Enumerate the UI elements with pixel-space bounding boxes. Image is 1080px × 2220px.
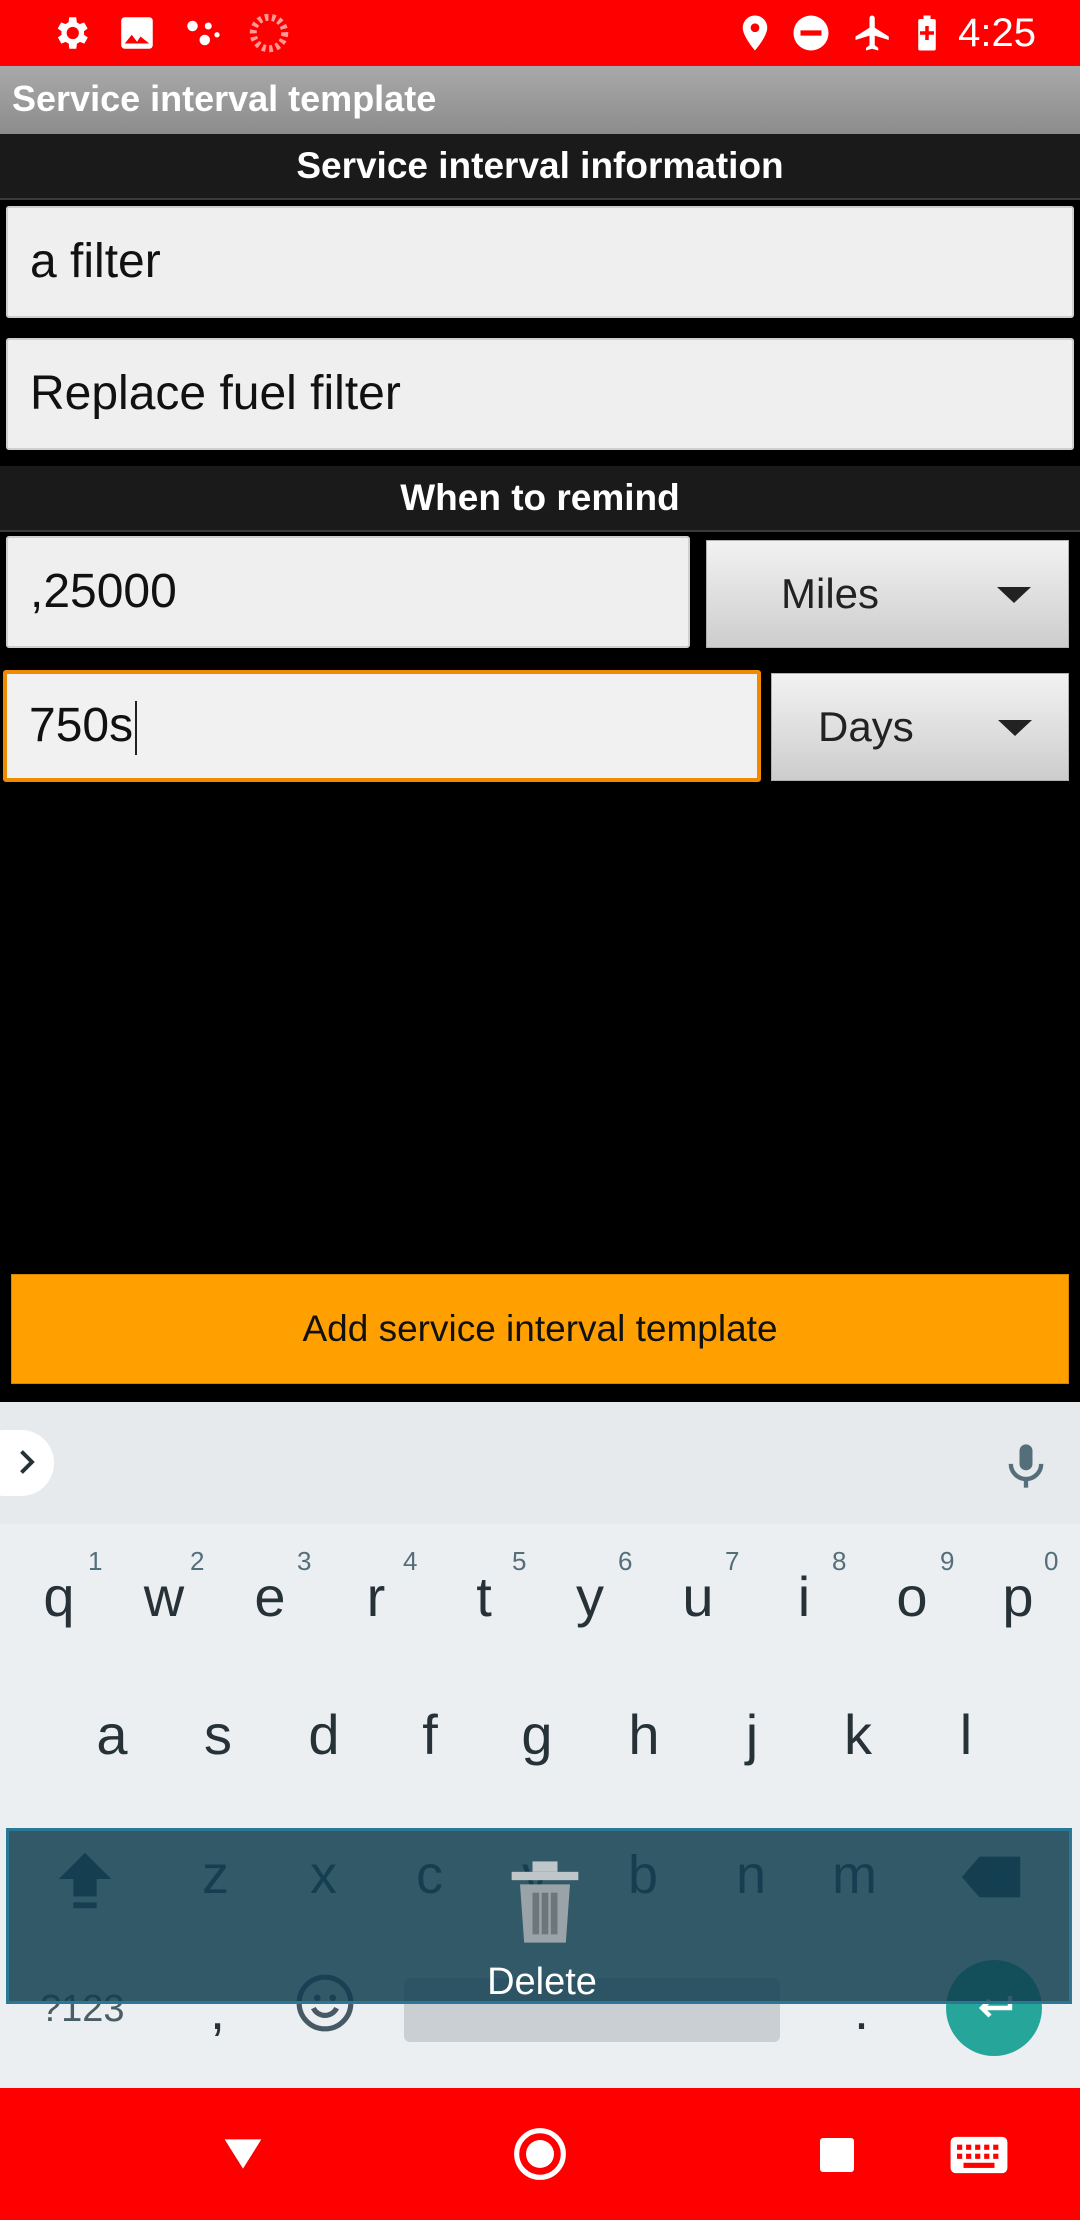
- gallery-icon: [121, 17, 153, 49]
- settings-icon: [57, 17, 88, 49]
- clock: 4:25: [958, 11, 1036, 55]
- dropdown-arrow-icon: [997, 587, 1031, 603]
- key-hint: 2: [190, 1546, 205, 1576]
- trash-icon: [511, 1861, 579, 1943]
- key-q[interactable]: q: [29, 1564, 89, 1629]
- key-u[interactable]: u: [668, 1564, 728, 1629]
- key-hint: 1: [88, 1546, 103, 1576]
- key-g[interactable]: g: [507, 1702, 567, 1767]
- key-hint: 8: [832, 1546, 847, 1576]
- time-unit-label: Days: [818, 703, 914, 750]
- info-section-header: Service interval information: [0, 134, 1080, 200]
- key-f[interactable]: f: [400, 1702, 460, 1767]
- key-t[interactable]: t: [454, 1564, 514, 1629]
- key-w[interactable]: w: [134, 1564, 194, 1629]
- home-icon[interactable]: [512, 2126, 568, 2182]
- key-hint: 3: [297, 1546, 312, 1576]
- back-icon[interactable]: [216, 2132, 270, 2176]
- key-y[interactable]: y: [560, 1564, 620, 1629]
- chevron-right-icon: [20, 1450, 35, 1474]
- add-service-interval-template-button[interactable]: Add service interval template: [11, 1274, 1069, 1384]
- key-hint: 6: [618, 1546, 633, 1576]
- assistant-icon: [187, 20, 220, 46]
- time-unit-spinner[interactable]: Days: [771, 673, 1069, 781]
- key-r[interactable]: r: [346, 1564, 406, 1629]
- text-cursor: [135, 701, 138, 756]
- key-p[interactable]: p: [988, 1564, 1048, 1629]
- distance-input[interactable]: ,25000: [6, 536, 690, 648]
- key-hint: 9: [940, 1546, 955, 1576]
- keyboard-switch-icon[interactable]: [948, 2124, 1010, 2186]
- key-o[interactable]: o: [882, 1564, 942, 1629]
- airplane-mode-icon: [855, 15, 889, 51]
- do-not-disturb-icon: [793, 15, 829, 51]
- key-hint: 0: [1044, 1546, 1059, 1576]
- days-input-value: 750s: [29, 699, 134, 752]
- key-a[interactable]: a: [82, 1702, 142, 1767]
- recents-icon[interactable]: [820, 2138, 854, 2172]
- delete-label: Delete: [487, 1961, 597, 2003]
- keyboard-suggestion-strip: [0, 1402, 1080, 1524]
- key-e[interactable]: e: [240, 1564, 300, 1629]
- remind-section-header: When to remind: [0, 466, 1080, 532]
- key-d[interactable]: d: [294, 1702, 354, 1767]
- key-s[interactable]: s: [188, 1702, 248, 1767]
- key-hint: 7: [725, 1546, 740, 1576]
- dropdown-arrow-icon: [998, 720, 1032, 736]
- key-l[interactable]: l: [936, 1702, 996, 1767]
- key-h[interactable]: h: [614, 1702, 674, 1767]
- battery-charging-icon: [918, 15, 936, 51]
- distance-unit-spinner[interactable]: Miles: [706, 540, 1069, 648]
- name-input[interactable]: a filter: [6, 206, 1074, 318]
- microphone-icon[interactable]: [1000, 1440, 1052, 1492]
- page-title: Service interval template: [12, 78, 437, 119]
- delete-drop-zone[interactable]: Delete: [6, 1828, 1072, 2004]
- distance-unit-label: Miles: [781, 570, 880, 617]
- navigation-bar: [0, 2088, 1080, 2220]
- key-j[interactable]: j: [722, 1702, 782, 1767]
- days-input[interactable]: 750s: [3, 670, 761, 782]
- description-input[interactable]: Replace fuel filter: [6, 338, 1074, 450]
- key-k[interactable]: k: [828, 1702, 888, 1767]
- loading-icon: [249, 13, 289, 53]
- key-hint: 4: [403, 1546, 418, 1576]
- expand-toolbar-button[interactable]: [0, 1430, 54, 1496]
- location-icon: [742, 15, 768, 51]
- title-bar: Service interval template: [0, 66, 1080, 134]
- status-bar: 4:25: [0, 0, 1080, 66]
- key-i[interactable]: i: [774, 1564, 834, 1629]
- key-hint: 5: [512, 1546, 527, 1576]
